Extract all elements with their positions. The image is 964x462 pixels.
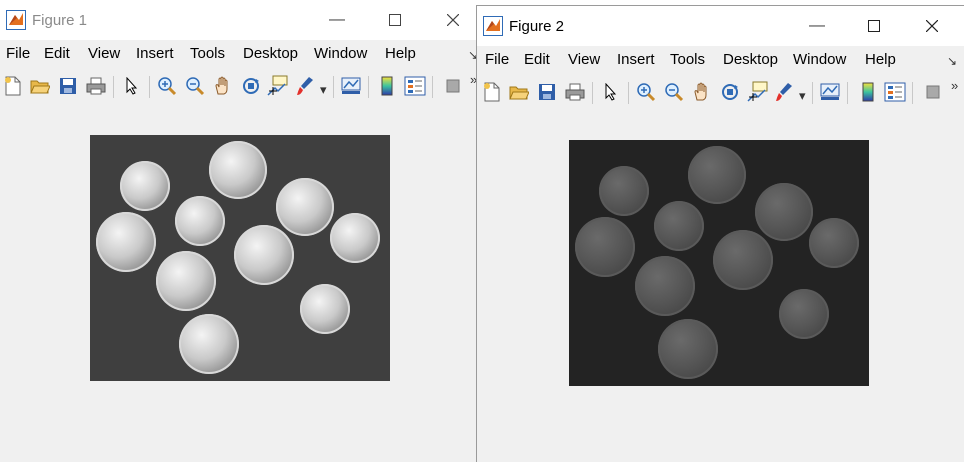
colorbar-icon[interactable] <box>376 75 398 97</box>
menu-window[interactable]: Window <box>314 45 367 62</box>
image-axes-darkened <box>569 140 869 386</box>
menu-help[interactable]: Help <box>865 51 896 68</box>
minimize-button[interactable]: — <box>794 12 840 40</box>
coin-dime <box>654 201 704 251</box>
maximize-icon <box>389 14 401 26</box>
print-icon[interactable] <box>564 81 586 103</box>
maximize-button[interactable] <box>851 12 897 40</box>
link-plot-icon[interactable] <box>819 81 841 103</box>
coin-dime <box>809 218 859 268</box>
brush-icon[interactable] <box>295 75 317 97</box>
hide-plot-tools-icon[interactable] <box>922 81 944 103</box>
menu-file[interactable]: File <box>6 45 30 62</box>
coin-dime <box>330 213 380 263</box>
menu-edit[interactable]: Edit <box>524 51 550 68</box>
coin-dime <box>300 284 350 334</box>
undock-arrow-icon[interactable]: ↘ <box>947 54 957 68</box>
coin-nickel <box>688 146 746 204</box>
image-axes-original <box>90 135 390 381</box>
menu-insert[interactable]: Insert <box>136 45 174 62</box>
coin-nickel <box>635 256 695 316</box>
close-icon <box>926 20 938 32</box>
minimize-icon: — <box>809 17 825 34</box>
hide-plot-tools-icon[interactable] <box>442 75 464 97</box>
print-icon[interactable] <box>85 75 107 97</box>
close-button[interactable] <box>909 12 955 40</box>
figure-toolbar: ▾ » <box>477 76 964 108</box>
coin-nickel <box>575 217 635 277</box>
coin-nickel <box>179 314 239 374</box>
coin-nickel <box>209 141 267 199</box>
minimize-button[interactable]: — <box>314 6 360 34</box>
menu-desktop[interactable]: Desktop <box>723 51 778 68</box>
legend-icon[interactable] <box>404 75 426 97</box>
brush-dropdown-icon[interactable]: ▾ <box>320 82 327 98</box>
coin-dime <box>779 289 829 339</box>
title-bar[interactable]: Figure 2 — <box>477 6 964 46</box>
figure-2-window: Figure 2 — File Edit View Insert Tools D… <box>476 5 964 462</box>
legend-icon[interactable] <box>884 81 906 103</box>
menu-insert[interactable]: Insert <box>617 51 655 68</box>
coin-nickel <box>276 178 334 236</box>
menu-bar: File Edit View Insert Tools Desktop Wind… <box>0 42 478 66</box>
open-file-icon[interactable] <box>29 75 51 97</box>
coin-nickel <box>713 230 773 290</box>
data-cursor-icon[interactable] <box>267 75 289 97</box>
rotate-3d-icon[interactable] <box>719 81 741 103</box>
window-title: Figure 1 <box>32 12 88 29</box>
new-figure-icon[interactable] <box>481 81 503 103</box>
title-bar[interactable]: Figure 1 — <box>0 0 478 40</box>
maximize-button[interactable] <box>372 6 418 34</box>
pan-hand-icon[interactable] <box>691 81 713 103</box>
coin-nickel <box>234 225 294 285</box>
toolbar-overflow-icon[interactable]: » <box>951 78 958 93</box>
link-plot-icon[interactable] <box>340 75 362 97</box>
new-figure-icon[interactable] <box>2 75 24 97</box>
close-button[interactable] <box>430 6 476 34</box>
maximize-icon <box>868 20 880 32</box>
edit-plot-arrow-icon[interactable] <box>121 75 143 97</box>
coin-dime <box>599 166 649 216</box>
figure-toolbar: ▾ » <box>0 70 478 102</box>
brush-icon[interactable] <box>774 81 796 103</box>
close-icon <box>447 14 459 26</box>
coin-nickel <box>658 319 718 379</box>
menu-desktop[interactable]: Desktop <box>243 45 298 62</box>
zoom-in-icon[interactable] <box>156 75 178 97</box>
open-file-icon[interactable] <box>508 81 530 103</box>
menu-view[interactable]: View <box>88 45 120 62</box>
menu-tools[interactable]: Tools <box>670 51 705 68</box>
matlab-icon <box>483 16 503 36</box>
figure-1-window: Figure 1 — File Edit View Insert Tools D… <box>0 0 478 462</box>
menu-bar: File Edit View Insert Tools Desktop Wind… <box>477 48 964 72</box>
save-icon[interactable] <box>57 75 79 97</box>
coin-nickel <box>96 212 156 272</box>
menu-file[interactable]: File <box>485 51 509 68</box>
pan-hand-icon[interactable] <box>212 75 234 97</box>
menu-window[interactable]: Window <box>793 51 846 68</box>
window-title: Figure 2 <box>509 18 565 35</box>
coin-nickel <box>755 183 813 241</box>
menu-help[interactable]: Help <box>385 45 416 62</box>
data-cursor-icon[interactable] <box>747 81 769 103</box>
zoom-out-icon[interactable] <box>663 81 685 103</box>
zoom-in-icon[interactable] <box>635 81 657 103</box>
menu-tools[interactable]: Tools <box>190 45 225 62</box>
matlab-icon <box>6 10 26 30</box>
brush-dropdown-icon[interactable]: ▾ <box>799 88 806 104</box>
coin-nickel <box>156 251 216 311</box>
coin-dime <box>120 161 170 211</box>
zoom-out-icon[interactable] <box>184 75 206 97</box>
edit-plot-arrow-icon[interactable] <box>600 81 622 103</box>
minimize-icon: — <box>329 11 345 28</box>
coin-dime <box>175 196 225 246</box>
rotate-3d-icon[interactable] <box>240 75 262 97</box>
menu-view[interactable]: View <box>568 51 600 68</box>
menu-edit[interactable]: Edit <box>44 45 70 62</box>
save-icon[interactable] <box>536 81 558 103</box>
colorbar-icon[interactable] <box>857 81 879 103</box>
